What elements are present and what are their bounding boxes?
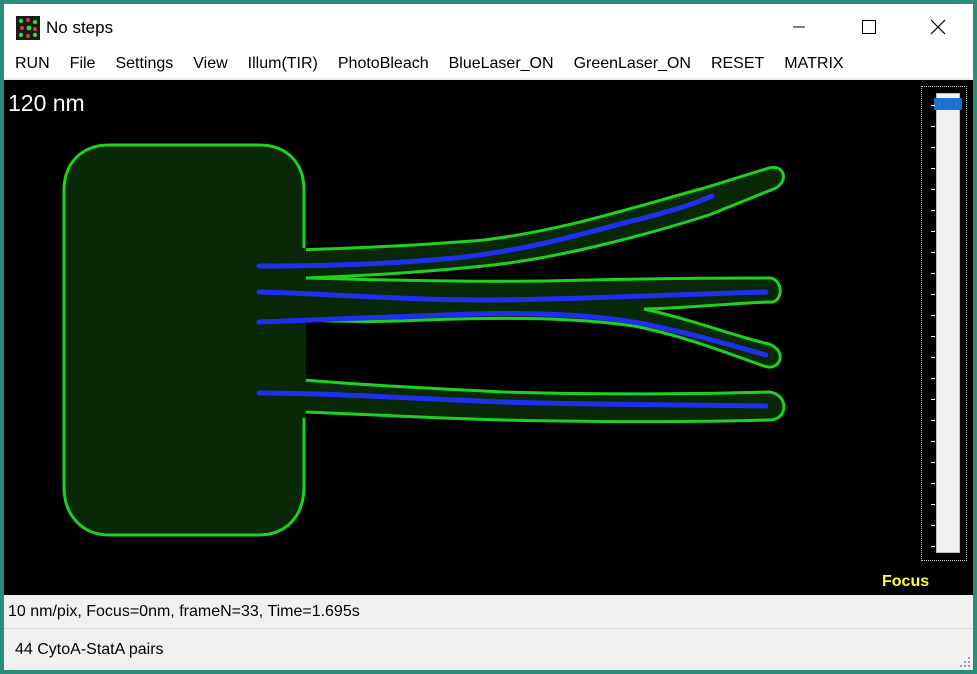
cell-shape <box>62 143 786 537</box>
slider-tick <box>931 315 935 316</box>
slider-tick <box>931 420 935 421</box>
resize-grip-icon[interactable] <box>959 656 971 668</box>
maximize-button[interactable] <box>834 4 904 49</box>
menu-run[interactable]: RUN <box>4 49 60 79</box>
simulation-canvas[interactable]: 120 nm Focus <box>4 80 973 595</box>
window-title: No steps <box>46 18 114 37</box>
window-body: No steps RUN File Settings View Illum(TI… <box>4 4 973 670</box>
slider-tick <box>931 147 935 148</box>
menu-settings[interactable]: Settings <box>105 49 183 79</box>
focus-slider[interactable] <box>921 86 967 561</box>
app-window: No steps RUN File Settings View Illum(TI… <box>0 0 977 674</box>
slider-tick <box>931 231 935 232</box>
minimize-button[interactable] <box>764 4 834 49</box>
upper-projection <box>291 165 785 280</box>
close-icon <box>930 19 946 34</box>
menu-view[interactable]: View <box>183 49 237 79</box>
menu-file[interactable]: File <box>60 49 106 79</box>
slider-tick <box>931 483 935 484</box>
menu-bluelaser-on[interactable]: BlueLaser_ON <box>439 49 564 79</box>
slider-tick <box>931 168 935 169</box>
cell-drawing <box>62 143 786 537</box>
menu-photobleach[interactable]: PhotoBleach <box>328 49 439 79</box>
slider-tick <box>931 399 935 400</box>
slider-tick <box>931 525 935 526</box>
slider-tick <box>931 189 935 190</box>
slider-tick <box>931 441 935 442</box>
slider-tick <box>931 504 935 505</box>
title-bar[interactable]: No steps <box>4 4 973 49</box>
slider-tick <box>931 105 935 106</box>
menu-matrix[interactable]: MATRIX <box>774 49 853 79</box>
maximize-icon <box>862 19 876 34</box>
menu-illum-tir[interactable]: Illum(TIR) <box>238 49 328 79</box>
slider-tick <box>931 252 935 253</box>
slider-tick <box>931 294 935 295</box>
status-line-1: 10 nm/pix, Focus=0nm, frameN=33, Time=1.… <box>4 595 973 629</box>
slider-tick <box>931 546 935 547</box>
focus-slider-thumb[interactable] <box>934 98 962 110</box>
slider-tick <box>931 336 935 337</box>
focus-label: Focus <box>882 573 930 590</box>
scale-label: 120 nm <box>8 90 85 116</box>
menu-reset[interactable]: RESET <box>701 49 774 79</box>
slider-tick <box>931 357 935 358</box>
slider-tick <box>931 378 935 379</box>
status-line-2: 44 CytoA-StatA pairs <box>4 630 973 670</box>
minimize-icon <box>793 26 805 27</box>
slider-tick <box>931 273 935 274</box>
close-button[interactable] <box>903 4 973 49</box>
menu-bar: RUN File Settings View Illum(TIR) PhotoB… <box>4 49 973 79</box>
slider-tick <box>931 462 935 463</box>
menu-greenlaser-on[interactable]: GreenLaser_ON <box>564 49 701 79</box>
focus-slider-track[interactable] <box>936 93 960 553</box>
slider-tick <box>931 210 935 211</box>
slider-tick <box>931 126 935 127</box>
app-icon <box>16 16 40 40</box>
